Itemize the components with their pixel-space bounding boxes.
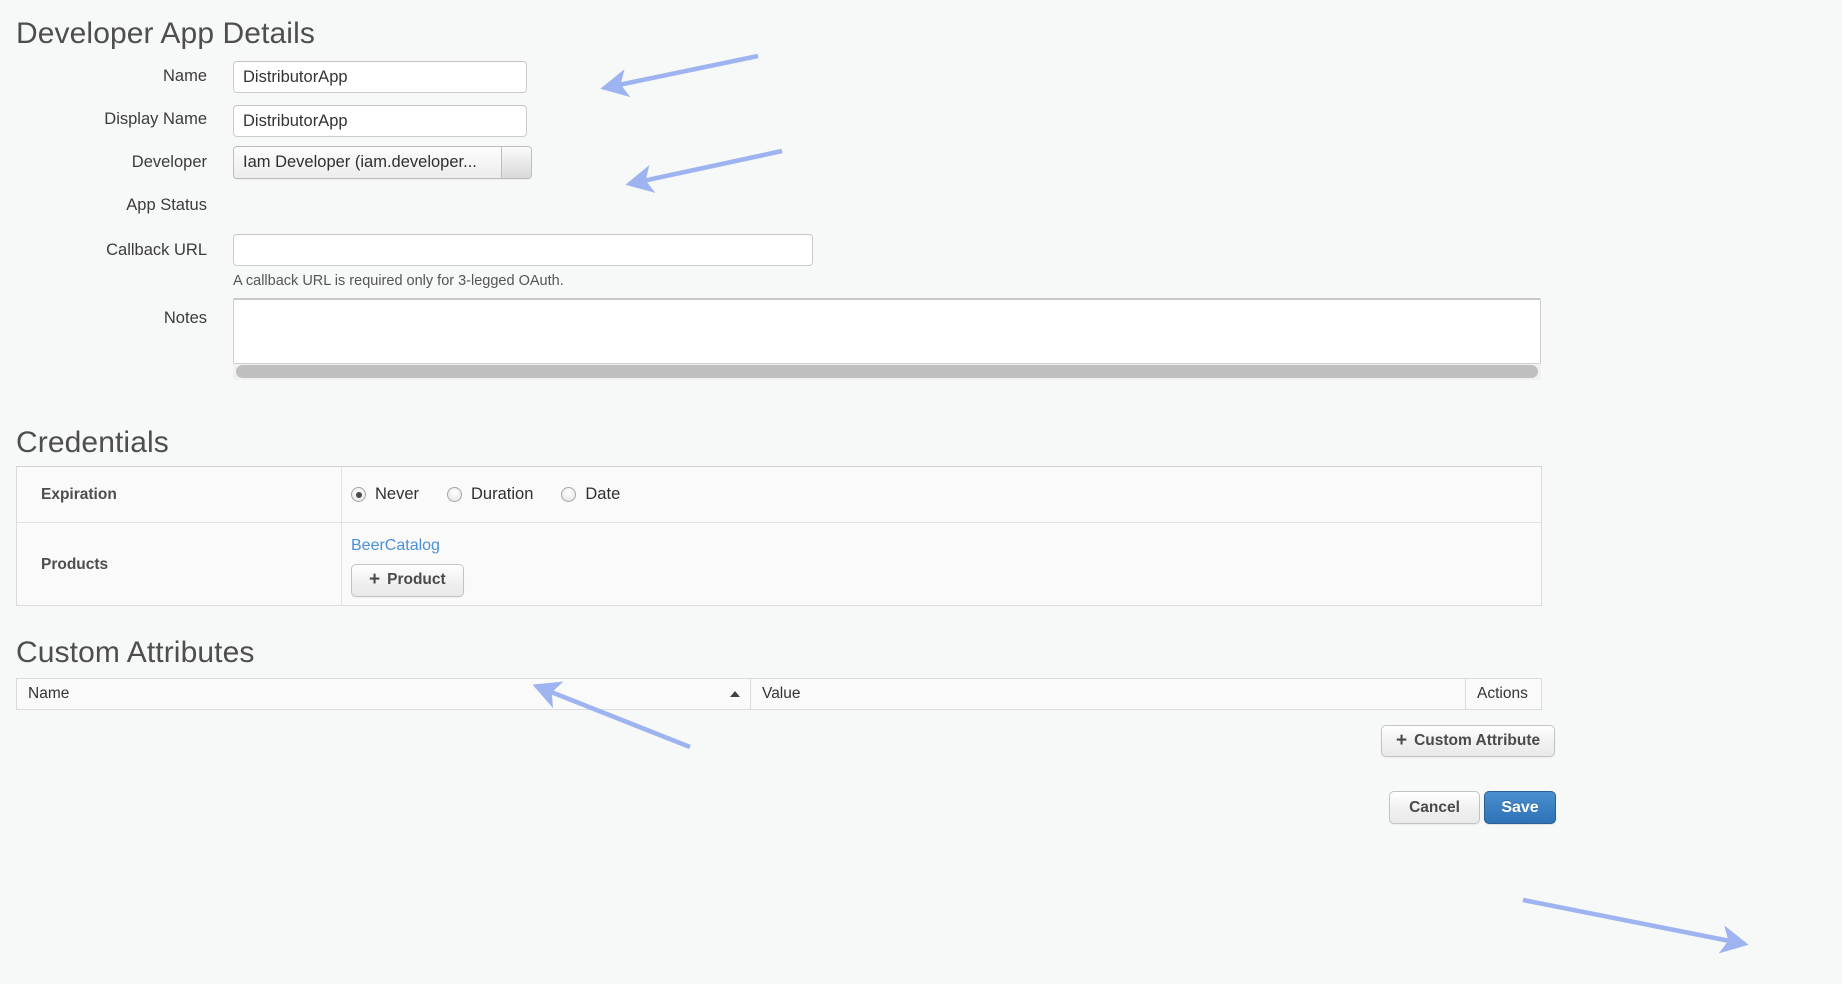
credentials-table: Expiration Never Duration Date Products …	[16, 466, 1542, 606]
custom-attributes-header-row: Name Value Actions	[17, 679, 1541, 709]
radio-duration[interactable]: Duration	[447, 485, 533, 504]
arrow-to-save-button	[1522, 897, 1749, 954]
cancel-button[interactable]: Cancel	[1389, 791, 1480, 824]
add-custom-attribute-button[interactable]: + Custom Attribute	[1381, 725, 1556, 757]
column-header-value[interactable]: Value	[751, 679, 1466, 709]
developer-app-details-page: Developer App Details Name Display Name …	[0, 0, 1842, 984]
display-name-label: Display Name	[104, 110, 207, 128]
column-header-name[interactable]: Name	[17, 679, 751, 709]
app-status-label: App Status	[126, 196, 207, 214]
products-cell: BeerCatalog + Product	[341, 523, 1541, 606]
column-header-value-label: Value	[762, 685, 801, 702]
expiration-label: Expiration	[41, 485, 117, 503]
radio-never-label: Never	[375, 485, 420, 503]
radio-date-indicator[interactable]	[561, 487, 577, 502]
add-product-button[interactable]: + Product	[351, 563, 464, 597]
name-label: Name	[162, 67, 207, 85]
add-custom-attribute-button-label: Custom Attribute	[1414, 732, 1541, 749]
cancel-button-label: Cancel	[1409, 798, 1460, 816]
callback-url-label: Callback URL	[106, 241, 207, 259]
arrow-to-name-field	[600, 53, 759, 98]
page-title: Developer App Details	[16, 17, 315, 50]
plus-icon: +	[1396, 730, 1408, 751]
credentials-title: Credentials	[16, 426, 169, 459]
plus-icon: +	[369, 569, 381, 590]
notes-label: Notes	[163, 309, 207, 327]
products-label: Products	[41, 555, 109, 573]
custom-attributes-table: Name Value Actions	[16, 678, 1542, 710]
add-product-button-label: Product	[387, 571, 446, 588]
developer-label: Developer	[131, 153, 207, 171]
radio-duration-indicator[interactable]	[447, 487, 463, 502]
custom-attributes-title: Custom Attributes	[16, 636, 255, 669]
name-input[interactable]	[233, 61, 527, 93]
dropdown-arrow-icon[interactable]	[501, 147, 531, 178]
products-row: Products BeerCatalog + Product	[17, 523, 1541, 606]
product-link-beercatalog[interactable]: BeerCatalog	[342, 537, 1541, 555]
notes-horizontal-scrollbar-thumb[interactable]	[236, 365, 1538, 378]
radio-date[interactable]: Date	[561, 485, 620, 504]
radio-date-label: Date	[585, 485, 621, 503]
arrow-to-developer-dropdown	[625, 148, 783, 193]
save-button[interactable]: Save	[1484, 791, 1556, 824]
developer-dropdown[interactable]: Iam Developer (iam.developer...	[233, 146, 532, 179]
column-header-name-label: Name	[28, 685, 70, 702]
display-name-input[interactable]	[233, 105, 527, 137]
callback-url-input[interactable]	[233, 234, 813, 266]
radio-never-indicator[interactable]	[351, 487, 366, 502]
save-button-label: Save	[1501, 798, 1539, 816]
sort-ascending-icon[interactable]	[730, 691, 740, 697]
radio-never[interactable]: Never	[351, 485, 419, 504]
radio-duration-label: Duration	[471, 485, 534, 503]
notes-textarea[interactable]	[233, 298, 1541, 364]
expiration-row: Expiration Never Duration Date	[17, 467, 1541, 523]
developer-dropdown-value: Iam Developer (iam.developer...	[243, 153, 477, 171]
column-header-actions: Actions	[1466, 679, 1541, 709]
column-header-actions-label: Actions	[1477, 685, 1528, 702]
expiration-options: Never Duration Date	[341, 467, 1541, 522]
callback-url-hint: A callback URL is required only for 3-le…	[233, 273, 564, 289]
